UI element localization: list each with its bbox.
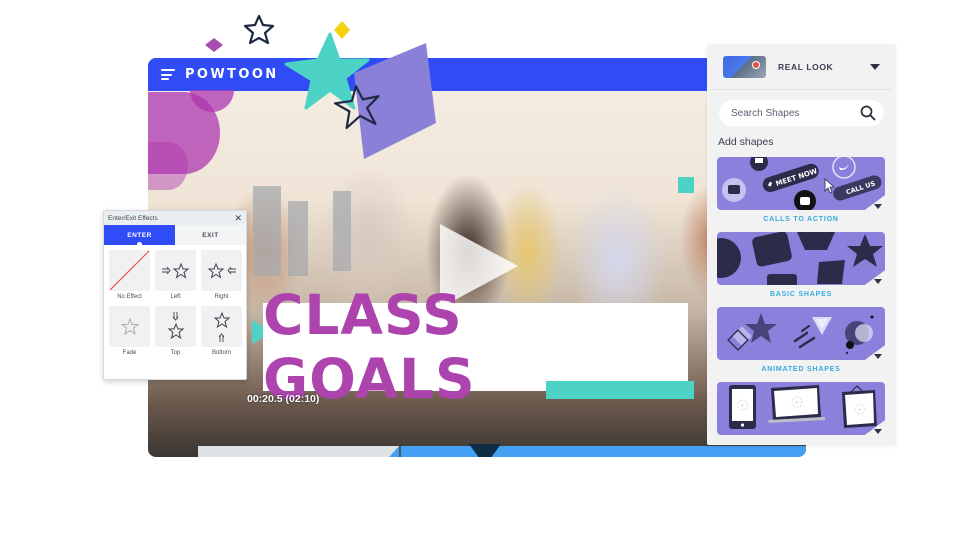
tab-enter[interactable]: ENTER — [104, 225, 175, 245]
outline-star-decoration — [243, 14, 275, 45]
category-calls-to-action[interactable]: MEET NOW CALL US CALLS TO ACTION — [717, 157, 885, 223]
svg-text:+: + — [858, 408, 862, 414]
purple-diamond-decoration — [205, 38, 223, 52]
effect-label: Fade — [122, 350, 137, 356]
category-label: BASIC SHAPES — [769, 291, 833, 298]
close-icon[interactable]: ✕ — [234, 213, 242, 223]
purple-circle-decoration — [148, 142, 188, 190]
fade-icon — [109, 306, 150, 347]
effect-label: No Effect — [117, 294, 142, 300]
effect-top[interactable]: Top — [155, 306, 196, 360]
search-icon[interactable] — [860, 105, 876, 121]
devices-art: + + + — [729, 385, 877, 429]
chevron-down-icon[interactable] — [874, 354, 882, 359]
effect-label: Left — [170, 294, 181, 300]
title-text-box[interactable]: CLASS GOALS — [263, 283, 688, 411]
calls-to-action-thumbnail[interactable]: MEET NOW CALL US — [717, 157, 885, 210]
effect-no-effect[interactable]: No Effect — [109, 250, 150, 304]
style-selector[interactable]: REAL LOOK — [711, 44, 892, 90]
category-label: CALLS TO ACTION — [763, 216, 839, 223]
outline-star-decoration — [334, 85, 380, 130]
background-building — [288, 201, 308, 276]
playhead-marker[interactable] — [469, 444, 501, 457]
background-building — [333, 191, 351, 271]
effects-tabs: ENTER EXIT — [104, 225, 246, 245]
search-shapes-field[interactable] — [719, 100, 884, 126]
effect-label: Bottom — [211, 350, 231, 356]
chevron-down-icon[interactable] — [874, 204, 882, 209]
effects-panel-title: Enter/Exit Effects — [108, 214, 158, 222]
tab-exit[interactable]: EXIT — [175, 225, 246, 245]
svg-text:+: + — [741, 404, 745, 410]
powtoon-logo: POWTOON — [185, 67, 279, 82]
effect-bottom[interactable]: Bottom — [201, 306, 242, 360]
teal-bar-shape — [546, 381, 694, 399]
enter-top-icon — [155, 306, 196, 347]
enter-bottom-icon — [201, 306, 242, 347]
effects-panel-header: Enter/Exit Effects ✕ — [104, 211, 246, 225]
background-building — [253, 186, 281, 276]
timeline-elapsed — [198, 446, 399, 457]
category-basic-shapes[interactable]: BASIC SHAPES — [717, 232, 885, 298]
svg-text:+: + — [795, 401, 799, 407]
effect-left[interactable]: Left — [155, 250, 196, 304]
animated-shapes-thumbnail[interactable] — [717, 307, 885, 360]
enter-right-icon — [201, 250, 242, 291]
basic-shapes-thumbnail[interactable] — [717, 232, 885, 285]
teal-square-decoration — [678, 177, 694, 193]
devices-thumbnail[interactable]: + + + — [717, 382, 885, 435]
timeline-divider[interactable] — [399, 446, 401, 457]
effect-label: Top — [170, 350, 181, 356]
calls-to-action-art: MEET NOW CALL US — [722, 157, 882, 210]
search-shapes-input[interactable] — [731, 107, 860, 119]
animated-shapes-art — [727, 313, 874, 355]
shapes-panel: REAL LOOK Add shapes MEET NOW — [707, 44, 896, 445]
effect-label: Right — [214, 294, 229, 300]
enter-exit-effects-panel: Enter/Exit Effects ✕ ENTER EXIT No Effec… — [103, 210, 247, 380]
chevron-down-icon[interactable] — [874, 279, 882, 284]
hamburger-menu-icon[interactable] — [161, 69, 175, 80]
enter-left-icon — [155, 250, 196, 291]
category-animated-shapes[interactable]: ANIMATED SHAPES — [717, 307, 885, 373]
timecode: 00:20.5 (02:10) — [247, 393, 320, 405]
chevron-down-icon[interactable] — [874, 429, 882, 434]
no-effect-icon — [109, 250, 150, 291]
style-thumbnail[interactable] — [723, 55, 766, 78]
chevron-down-icon[interactable] — [870, 63, 880, 70]
style-name[interactable]: REAL LOOK — [778, 62, 870, 72]
effects-grid: No Effect Left Right Fade Top Bottom — [104, 245, 246, 360]
timeline-scrubber[interactable] — [198, 444, 806, 457]
effect-fade[interactable]: Fade — [109, 306, 150, 360]
basic-shapes-art — [717, 232, 883, 285]
timeline-remaining — [375, 446, 806, 457]
effect-right[interactable]: Right — [201, 250, 242, 304]
category-label: ANIMATED SHAPES — [761, 366, 841, 373]
category-devices[interactable]: + + + — [717, 382, 885, 435]
add-shapes-label: Add shapes — [718, 136, 774, 148]
